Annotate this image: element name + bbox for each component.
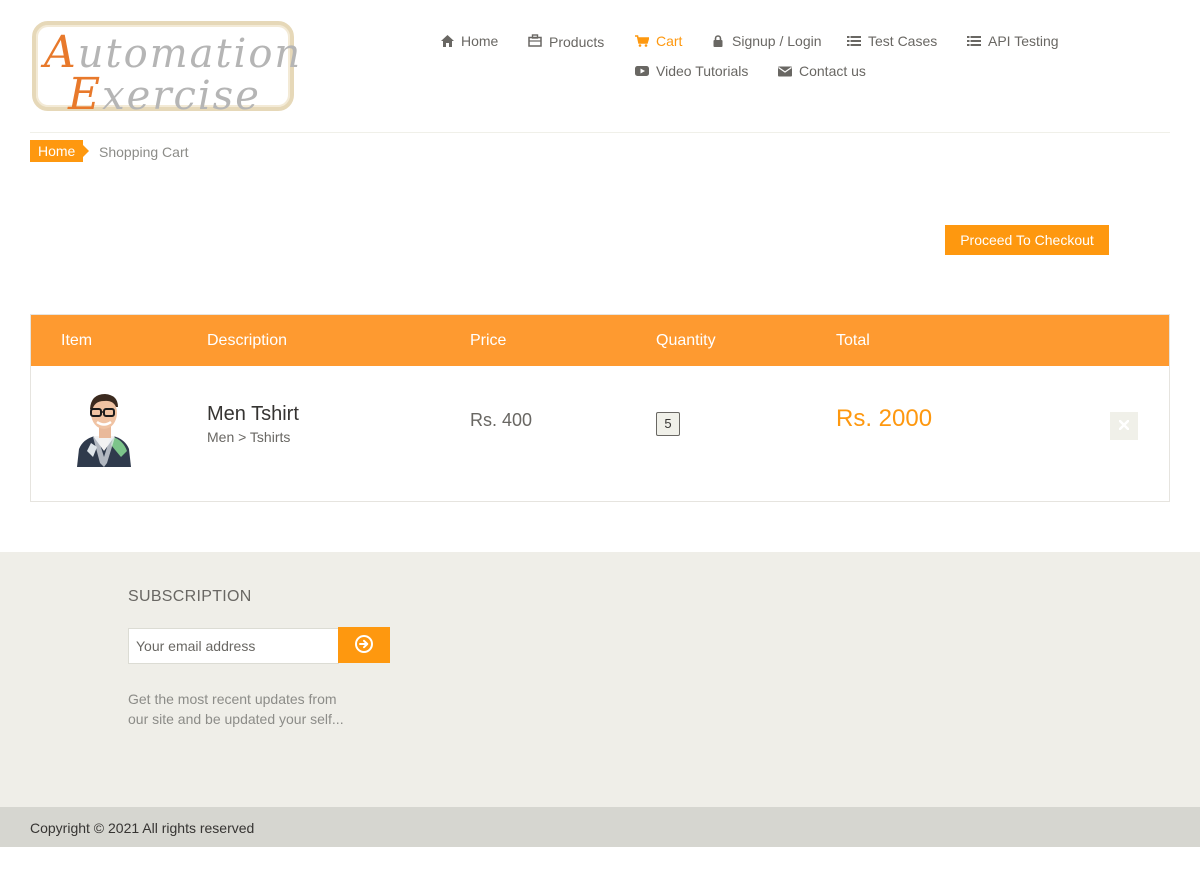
cart-table: Item Description Price Quantity Total Me…: [30, 314, 1170, 502]
subscribe-button[interactable]: [338, 627, 390, 663]
copyright-text: Copyright © 2021 All rights reserved: [30, 820, 255, 836]
subscription-description: Get the most recent updates from our sit…: [128, 691, 344, 727]
breadcrumb-home[interactable]: Home: [30, 140, 90, 162]
quantity-button[interactable]: 5: [656, 412, 680, 436]
subscription-email-input[interactable]: [128, 628, 339, 664]
arrow-circle-right-icon: [355, 634, 373, 656]
nav-contact-us[interactable]: Contact us: [778, 63, 866, 79]
column-header-item: Item: [61, 332, 93, 349]
nav-cart[interactable]: Cart: [635, 33, 682, 49]
youtube-play-icon: [635, 64, 649, 78]
nav-test-cases[interactable]: Test Cases: [847, 33, 937, 49]
lock-icon: [711, 34, 725, 48]
nav-products-label: Products: [549, 34, 605, 50]
nav-home-label: Home: [461, 33, 499, 49]
header-divider: [30, 132, 1170, 133]
product-name[interactable]: Men Tshirt: [207, 403, 299, 426]
product-image[interactable]: [69, 385, 139, 467]
subscription-title: SUBSCRIPTION: [128, 588, 252, 605]
breadcrumb-current: Shopping Cart: [99, 144, 189, 160]
nav-contact-us-label: Contact us: [799, 63, 866, 79]
cart-table-header: Item Description Price Quantity Total: [31, 315, 1169, 366]
nav-api-testing[interactable]: API Testing: [967, 33, 1059, 49]
column-header-description: Description: [207, 332, 288, 349]
nav-api-testing-label: API Testing: [988, 33, 1059, 49]
briefcase-icon: [528, 33, 542, 47]
home-icon: [440, 34, 454, 48]
column-header-price: Price: [470, 332, 507, 349]
site-logo[interactable]: Automation Exercise: [32, 21, 300, 120]
shopping-cart-icon: [635, 34, 649, 48]
envelope-icon: [778, 64, 792, 78]
proceed-to-checkout-button[interactable]: Proceed To Checkout: [945, 225, 1109, 255]
product-price: Rs. 400: [470, 410, 533, 430]
nav-video-tutorials[interactable]: Video Tutorials: [635, 63, 748, 79]
nav-cart-label: Cart: [656, 33, 683, 49]
column-header-total: Total: [836, 332, 870, 349]
nav-test-cases-label: Test Cases: [868, 33, 938, 49]
nav-home[interactable]: Home: [440, 33, 498, 49]
list-icon: [847, 34, 861, 48]
nav-video-tutorials-label: Video Tutorials: [656, 63, 749, 79]
delete-item-button[interactable]: [1110, 412, 1138, 440]
column-header-quantity: Quantity: [656, 332, 716, 349]
nav-signup-login-label: Signup / Login: [732, 33, 822, 49]
product-total: Rs. 2000: [836, 405, 933, 432]
close-icon: [1118, 417, 1130, 435]
nav-signup-login[interactable]: Signup / Login: [711, 33, 822, 49]
list-icon: [967, 34, 981, 48]
logo-line-2: Exercise: [68, 69, 261, 120]
nav-products[interactable]: Products: [528, 32, 605, 50]
product-category: Men > Tshirts: [207, 429, 291, 445]
